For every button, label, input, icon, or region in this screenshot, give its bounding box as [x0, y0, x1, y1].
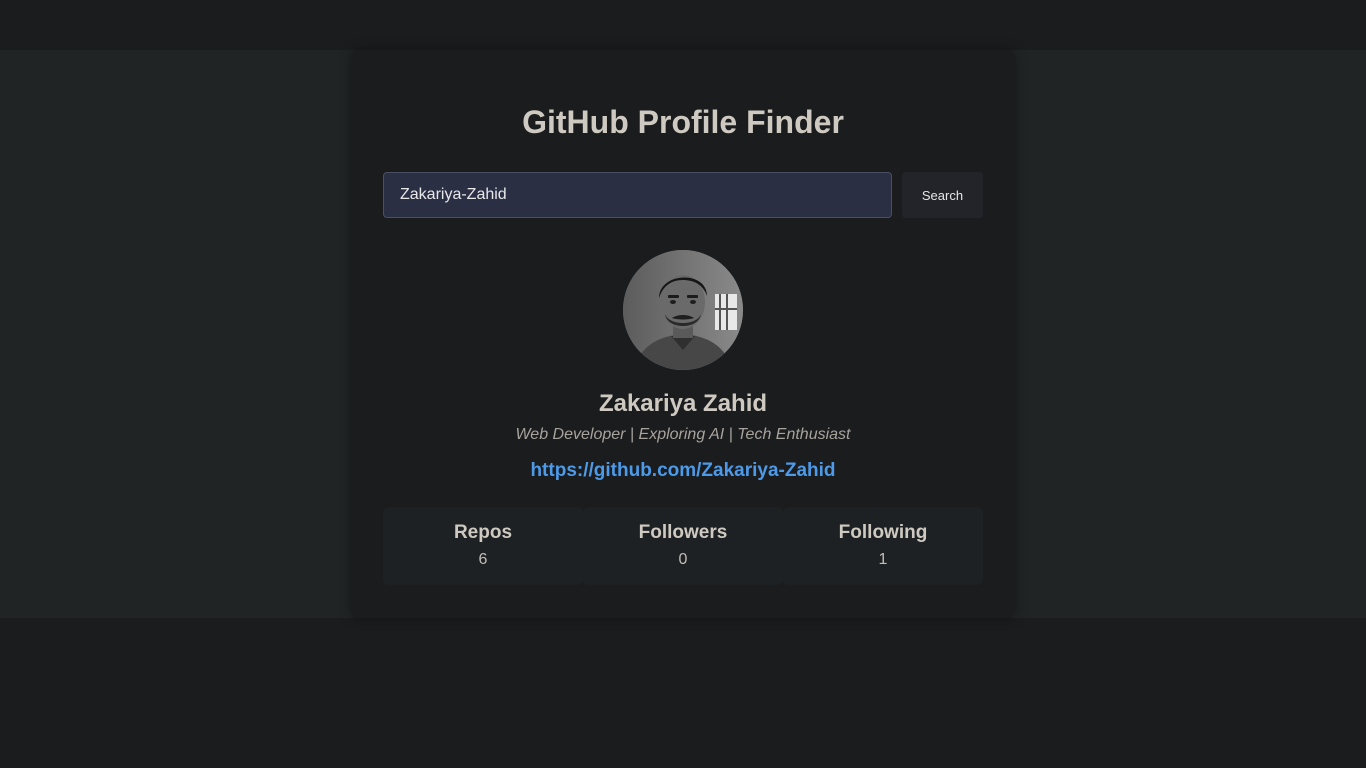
profile-name: Zakariya Zahid — [598, 390, 768, 417]
page-title: GitHub Profile Finder — [522, 104, 844, 140]
avatar — [623, 250, 743, 370]
stat-repos: Repos 6 — [383, 507, 583, 585]
user-avatar-photo-icon — [623, 250, 743, 370]
username-search-input[interactable] — [383, 172, 892, 218]
stat-label: Repos — [453, 522, 513, 543]
stat-value: 1 — [878, 551, 888, 568]
stat-label: Followers — [638, 522, 728, 543]
profile-link[interactable]: https://github.com/Zakariya-Zahid — [351, 460, 1015, 482]
stat-following: Following 1 — [783, 507, 983, 585]
profile-bio: Web Developer | Exploring AI | Tech Enth… — [515, 426, 851, 443]
stat-value: 0 — [678, 551, 688, 568]
profile-stats: Repos 6 Followers 0 Following 1 — [383, 507, 983, 585]
stat-value: 6 — [478, 551, 488, 568]
profile-finder-card: GitHub Profile Finder Search — [351, 50, 1015, 618]
stat-followers: Followers 0 — [583, 507, 783, 585]
stat-label: Following — [838, 522, 928, 543]
search-button[interactable]: Search — [902, 172, 983, 218]
